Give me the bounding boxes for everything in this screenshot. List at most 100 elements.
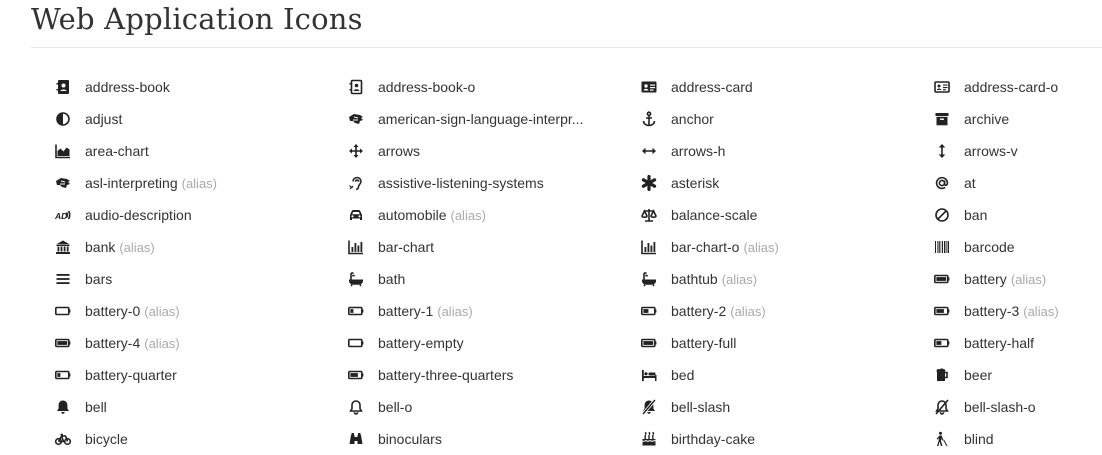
arrows-icon [346, 141, 366, 161]
icon-item-address-card-o[interactable]: address-card-o [879, 71, 1102, 103]
icon-item-assistive-listening-systems[interactable]: assistive-listening-systems [293, 167, 586, 199]
icon-name: address-book [85, 79, 170, 95]
battery-full-icon [53, 333, 73, 353]
icon-item-battery-3[interactable]: battery-3 (alias) [879, 295, 1102, 327]
icon-name: battery-empty [378, 335, 464, 351]
icon-item-battery-quarter[interactable]: battery-quarter [0, 359, 293, 391]
icon-item-battery-1[interactable]: battery-1 (alias) [293, 295, 586, 327]
icon-item-bell-slash-o[interactable]: bell-slash-o [879, 391, 1102, 423]
icon-name: battery-1 [378, 303, 434, 319]
icon-name: battery-half [964, 335, 1035, 351]
icon-name: birthday-cake [671, 431, 756, 447]
icon-item-bank[interactable]: bank (alias) [0, 231, 293, 263]
audio-description-icon: AD [53, 205, 73, 225]
icon-item-bar-chart[interactable]: bar-chart [293, 231, 586, 263]
icon-item-battery-three-quarters[interactable]: battery-three-quarters [293, 359, 586, 391]
icon-name: bathtub [671, 271, 718, 287]
alias-tag: (alias) [119, 239, 155, 255]
icon-item-battery-empty[interactable]: battery-empty [293, 327, 586, 359]
icon-item-bars[interactable]: bars [0, 263, 293, 295]
icon-item-arrows-v[interactable]: arrows-v [879, 135, 1102, 167]
icon-name: bars [85, 271, 113, 287]
icon-item-beer[interactable]: beer [879, 359, 1102, 391]
icon-item-archive[interactable]: archive [879, 103, 1102, 135]
icon-item-battery-full[interactable]: battery-full [586, 327, 879, 359]
balance-scale-icon [639, 205, 659, 225]
icon-item-arrows[interactable]: arrows [293, 135, 586, 167]
icon-name: battery [964, 271, 1007, 287]
icon-item-bell[interactable]: bell [0, 391, 293, 423]
icon-name: assistive-listening-systems [378, 175, 544, 191]
icon-name: bath [378, 271, 406, 287]
icon-name: at [964, 175, 976, 191]
icon-item-battery-half[interactable]: battery-half [879, 327, 1102, 359]
icon-item-automobile[interactable]: automobile (alias) [293, 199, 586, 231]
icon-name: audio-description [85, 207, 192, 223]
icon-item-adjust[interactable]: adjust [0, 103, 293, 135]
icon-item-bell-o[interactable]: bell-o [293, 391, 586, 423]
battery-empty-icon [53, 301, 73, 321]
battery-three-quarters-icon [346, 365, 366, 385]
icon-name: arrows-h [671, 143, 726, 159]
icon-item-anchor[interactable]: anchor [586, 103, 879, 135]
icon-item-bell-slash[interactable]: bell-slash [586, 391, 879, 423]
icon-item-american-sign-language-interpr[interactable]: american-sign-language-interpr... [293, 103, 586, 135]
icon-name: archive [964, 111, 1010, 127]
icon-item-bath[interactable]: bath [293, 263, 586, 295]
arrows-v-icon [932, 141, 952, 161]
icon-item-asl-interpreting[interactable]: asl-interpreting (alias) [0, 167, 293, 199]
icon-item-address-card[interactable]: address-card [586, 71, 879, 103]
icon-item-blind[interactable]: blind [879, 423, 1102, 455]
icon-name: asterisk [671, 175, 720, 191]
icon-name: battery-3 [964, 303, 1020, 319]
bath-icon [346, 269, 366, 289]
icon-item-barcode[interactable]: barcode [879, 231, 1102, 263]
icon-name: bed [671, 367, 695, 383]
icon-item-battery[interactable]: battery (alias) [879, 263, 1102, 295]
icon-name: asl-interpreting [85, 175, 178, 191]
icon-item-ban[interactable]: ban [879, 199, 1102, 231]
bank-icon [53, 237, 73, 257]
alias-tag: (alias) [721, 271, 758, 287]
icon-name: bell-o [378, 399, 413, 415]
icon-item-arrows-h[interactable]: arrows-h [586, 135, 879, 167]
icon-name: area-chart [85, 143, 149, 159]
page-title: Web Application Icons [31, 2, 363, 36]
icon-item-at[interactable]: at [879, 167, 1102, 199]
icon-item-battery-2[interactable]: battery-2 (alias) [586, 295, 879, 327]
icon-item-bar-chart-o[interactable]: bar-chart-o (alias) [586, 231, 879, 263]
bell-slash-icon [639, 397, 659, 417]
icon-item-battery-4[interactable]: battery-4 (alias) [0, 327, 293, 359]
beer-icon [932, 365, 952, 385]
icon-item-address-book-o[interactable]: address-book-o [293, 71, 586, 103]
icon-item-balance-scale[interactable]: balance-scale [586, 199, 879, 231]
icon-item-audio-description[interactable]: AD audio-description [0, 199, 293, 231]
icon-item-bed[interactable]: bed [586, 359, 879, 391]
icon-name: bar-chart [378, 239, 435, 255]
icon-item-binoculars[interactable]: binoculars [293, 423, 586, 455]
icon-item-asterisk[interactable]: asterisk [586, 167, 879, 199]
icon-item-birthday-cake[interactable]: birthday-cake [586, 423, 879, 455]
address-book-o-icon [346, 77, 366, 97]
asl-icon [346, 109, 366, 129]
battery-full-icon [932, 269, 952, 289]
icon-item-bathtub[interactable]: bathtub (alias) [586, 263, 879, 295]
bicycle-icon [53, 429, 73, 449]
bell-icon [53, 397, 73, 417]
battery-empty-icon [346, 333, 366, 353]
asl-icon [53, 173, 73, 193]
alias-tag: (alias) [144, 335, 180, 351]
title-divider [31, 47, 1102, 48]
icon-name: bank [85, 239, 116, 255]
birthday-cake-icon [639, 429, 659, 449]
icon-name: anchor [671, 111, 714, 127]
alias-tag: (alias) [181, 175, 218, 191]
icon-item-bicycle[interactable]: bicycle [0, 423, 293, 455]
icon-item-address-book[interactable]: address-book [0, 71, 293, 103]
barcode-icon [932, 237, 952, 257]
icon-item-battery-0[interactable]: battery-0 (alias) [0, 295, 293, 327]
icon-name: binoculars [378, 431, 442, 447]
icon-item-area-chart[interactable]: area-chart [0, 135, 293, 167]
bar-chart-icon [639, 237, 659, 257]
battery-three-quarters-icon [932, 301, 952, 321]
